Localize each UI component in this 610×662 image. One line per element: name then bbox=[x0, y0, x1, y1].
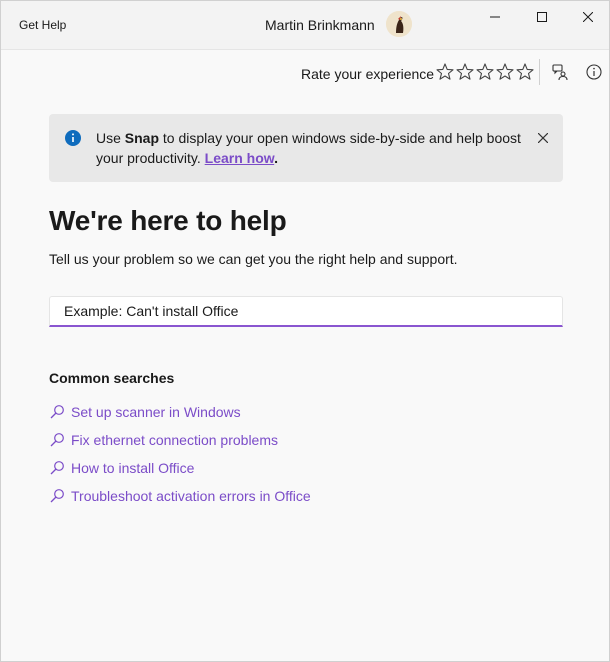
title-bar: Get Help Martin Brinkmann bbox=[1, 1, 609, 50]
common-search-item[interactable]: How to install Office bbox=[49, 454, 311, 482]
page-title: We're here to help bbox=[49, 205, 287, 236]
star-4-icon[interactable] bbox=[495, 62, 515, 82]
close-icon bbox=[583, 12, 593, 22]
minimize-icon bbox=[490, 16, 500, 18]
common-search-label: Troubleshoot activation errors in Office bbox=[71, 488, 311, 504]
common-search-item[interactable]: Fix ethernet connection problems bbox=[49, 426, 311, 454]
common-search-label: Fix ethernet connection problems bbox=[71, 432, 278, 448]
search-icon bbox=[50, 433, 64, 447]
star-3-icon[interactable] bbox=[475, 62, 495, 82]
banner-snap-word: Snap bbox=[124, 130, 160, 146]
close-icon bbox=[538, 133, 548, 143]
search-icon bbox=[50, 489, 64, 503]
info-button[interactable] bbox=[583, 61, 605, 83]
page-subtitle: Tell us your problem so we can get you t… bbox=[49, 251, 458, 267]
star-2-icon[interactable] bbox=[455, 62, 475, 82]
info-icon bbox=[586, 64, 602, 80]
search-icon bbox=[50, 405, 64, 419]
info-circle-icon bbox=[65, 130, 81, 146]
common-searches-title: Common searches bbox=[49, 370, 175, 386]
snap-tip-banner: Use Snap to display your open windows si… bbox=[49, 114, 563, 182]
search-input[interactable] bbox=[50, 297, 562, 325]
app-title: Get Help bbox=[19, 18, 67, 32]
maximize-icon bbox=[537, 12, 547, 22]
feedback-button[interactable] bbox=[549, 61, 571, 83]
close-window-button[interactable] bbox=[565, 1, 610, 33]
get-help-window: Get Help Martin Brinkmann Rate your expe… bbox=[0, 0, 610, 662]
star-5-icon[interactable] bbox=[515, 62, 535, 82]
minimize-button[interactable] bbox=[472, 1, 518, 33]
user-name[interactable]: Martin Brinkmann bbox=[265, 17, 375, 33]
feedback-icon bbox=[552, 64, 568, 81]
star-1-icon[interactable] bbox=[435, 62, 455, 82]
common-searches-list: Set up scanner in Windows Fix ethernet c… bbox=[49, 398, 311, 510]
banner-suffix: . bbox=[274, 150, 279, 166]
banner-message: Use Snap to display your open windows si… bbox=[96, 128, 526, 168]
learn-how-link[interactable]: Learn how bbox=[205, 150, 275, 166]
search-box bbox=[49, 296, 563, 327]
toolbar-divider bbox=[539, 59, 540, 85]
banner-body: to display your open windows side-by-sid… bbox=[96, 130, 521, 166]
common-search-item[interactable]: Troubleshoot activation errors in Office bbox=[49, 482, 311, 510]
dismiss-banner-button[interactable] bbox=[535, 130, 551, 146]
common-search-label: Set up scanner in Windows bbox=[71, 404, 241, 420]
avatar-image bbox=[386, 11, 412, 37]
banner-prefix: Use bbox=[96, 130, 125, 146]
rate-experience-label: Rate your experience bbox=[301, 66, 435, 82]
common-search-label: How to install Office bbox=[71, 460, 195, 476]
rating-stars bbox=[435, 62, 535, 82]
common-search-item[interactable]: Set up scanner in Windows bbox=[49, 398, 311, 426]
maximize-button[interactable] bbox=[519, 1, 565, 33]
search-icon bbox=[50, 461, 64, 475]
avatar[interactable] bbox=[386, 11, 412, 37]
